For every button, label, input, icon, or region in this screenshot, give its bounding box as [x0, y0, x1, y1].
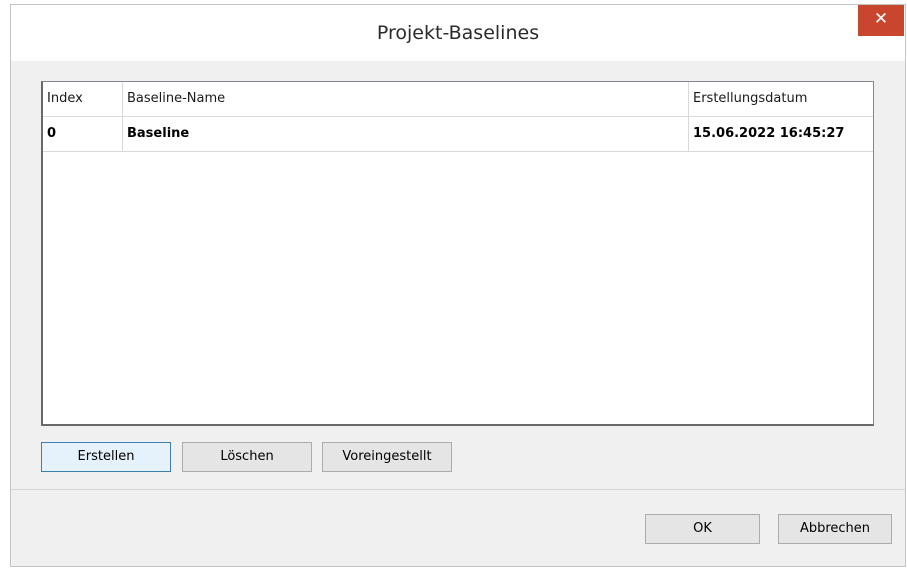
delete-button[interactable]: Löschen — [182, 442, 312, 472]
ok-button[interactable]: OK — [645, 514, 760, 544]
dialog-title: Projekt-Baselines — [376, 22, 540, 44]
table-header: Index Baseline-Name Erstellungsdatum — [43, 82, 873, 117]
cell-name: Baseline — [123, 117, 689, 151]
cell-index: 0 — [43, 117, 123, 151]
footer-separator — [11, 489, 905, 490]
default-button[interactable]: Voreingestellt — [322, 442, 452, 472]
baselines-table: Index Baseline-Name Erstellungsdatum 0 B… — [41, 81, 874, 426]
baselines-dialog: Projekt-Baselines ✕ Index Baseline-Name … — [10, 4, 906, 567]
close-button[interactable]: ✕ — [858, 5, 904, 36]
column-header-index[interactable]: Index — [43, 82, 123, 116]
cell-date: 15.06.2022 16:45:27 — [693, 126, 845, 141]
table-row[interactable]: 0 Baseline 15.06.2022 16:45:27 — [43, 117, 873, 152]
column-header-name[interactable]: Baseline-Name — [123, 82, 689, 116]
close-icon: ✕ — [873, 9, 889, 29]
title-bar: Projekt-Baselines ✕ — [11, 5, 905, 61]
create-button[interactable]: Erstellen — [41, 442, 171, 472]
cancel-button[interactable]: Abbrechen — [778, 514, 892, 544]
column-header-date[interactable]: Erstellungsdatum — [689, 82, 874, 116]
